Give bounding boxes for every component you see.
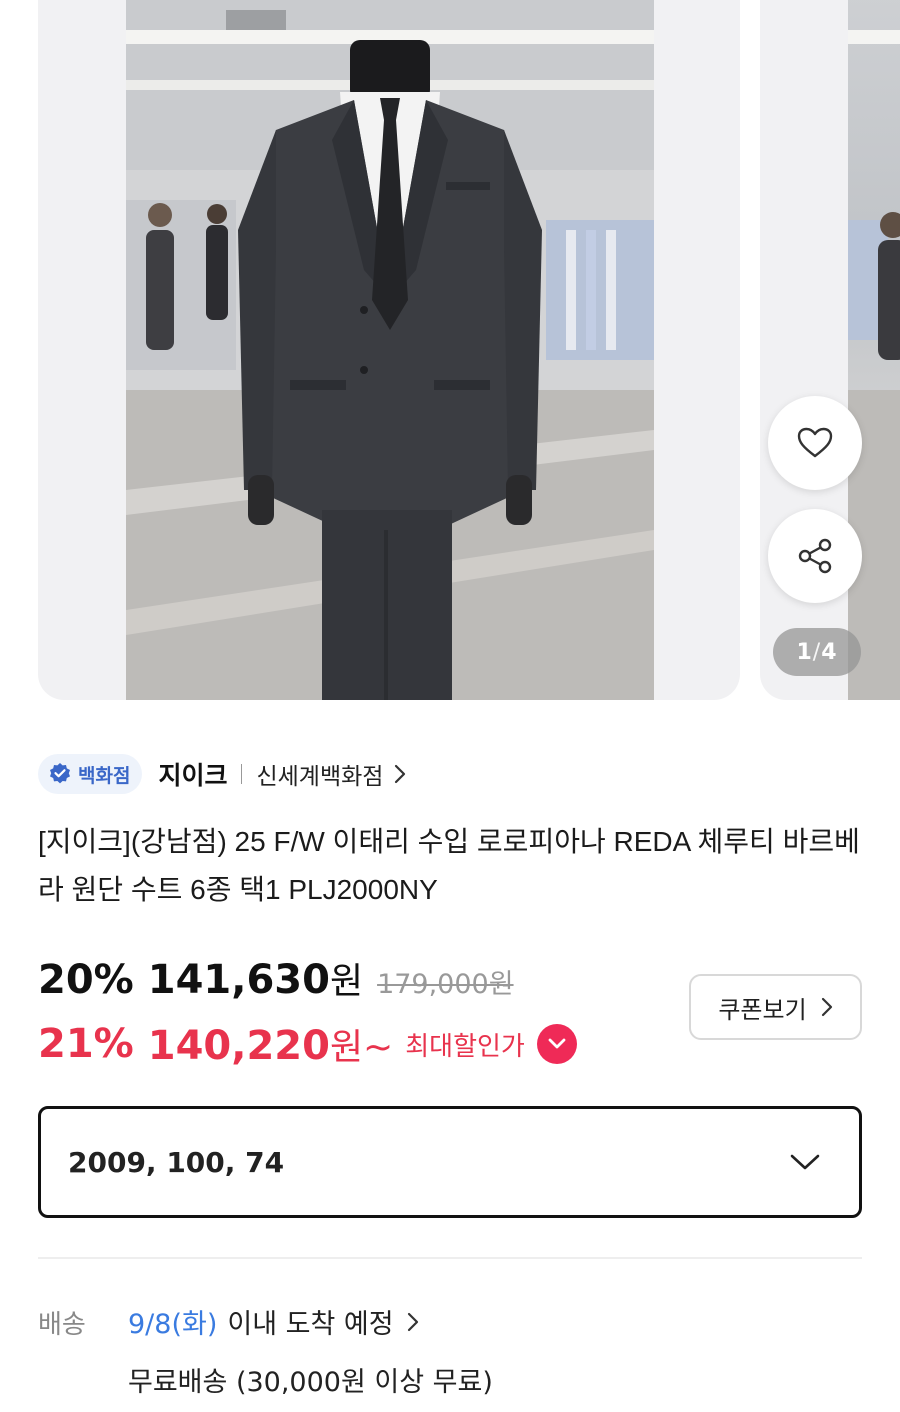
product-photo: [126, 0, 654, 700]
shipping-eta-link[interactable]: 9/8(화) 이내 도착 예정: [128, 1302, 420, 1341]
store-name-link[interactable]: 신세계백화점: [256, 757, 383, 791]
discount-percent: 20%: [38, 957, 134, 1003]
sale-price-unit: 원: [329, 961, 364, 1002]
heart-outline-icon: [797, 427, 833, 458]
coupon-button-label: 쿠폰보기: [718, 995, 807, 1024]
suit-mannequin-photo: [126, 0, 654, 700]
brand-name[interactable]: 지이크: [158, 756, 227, 792]
next-product-photo: [848, 0, 900, 700]
department-store-badge: 백화점: [38, 754, 143, 794]
seller-row[interactable]: 백화점 지이크 신세계백화점: [38, 752, 407, 796]
chevron-right-icon: [407, 1312, 418, 1331]
wishlist-button[interactable]: [768, 396, 862, 490]
badge-label: 백화점: [78, 764, 131, 787]
shipping-label: 배송: [38, 1310, 86, 1340]
shipping-eta-text: 이내 도착 예정: [227, 1309, 394, 1340]
image-counter: 1/4: [773, 628, 861, 676]
image-counter-current: 1: [796, 639, 813, 665]
image-counter-total: 4: [821, 639, 838, 665]
sale-price-row: 20% 141,630원 179,000원: [38, 952, 514, 1004]
chevron-down-icon: [790, 1154, 820, 1170]
max-discount-label: 최대할인가: [405, 1031, 525, 1062]
shipping-date: 9/8(화): [128, 1309, 218, 1340]
max-discount-price: 140,220원~: [148, 1018, 393, 1070]
max-discount-unit: 원~: [329, 1027, 394, 1068]
max-discount-expand-button[interactable]: [536, 1024, 577, 1064]
section-divider: [38, 1257, 862, 1259]
next-photo-preview: [848, 30, 900, 700]
original-price: 179,000원: [377, 969, 514, 1000]
option-select[interactable]: 2009, 100, 74: [38, 1106, 862, 1218]
share-button[interactable]: [768, 509, 862, 603]
chevron-right-icon: [395, 764, 406, 784]
max-discount-amount: 140,220: [147, 1023, 330, 1069]
product-image-carousel[interactable]: 1/4: [0, 0, 900, 700]
option-selected-value: 2009, 100, 74: [68, 1145, 285, 1179]
seller-divider: [241, 764, 243, 784]
share-icon: [798, 538, 832, 574]
product-title: [지이크](강남점) 25 F/W 이태리 수입 로로피아나 REDA 체루티 …: [38, 826, 860, 905]
sale-price-amount: 141,630: [147, 957, 330, 1003]
image-counter-separator: /: [812, 639, 822, 665]
max-discount-percent: 21%: [38, 1021, 134, 1067]
chevron-down-icon: [548, 1038, 566, 1049]
max-discount-row[interactable]: 21% 140,220원~ 최대할인가: [38, 1018, 577, 1070]
product-image-slide[interactable]: [38, 0, 740, 700]
sale-price: 141,630원: [148, 952, 363, 1004]
chevron-right-icon: [821, 997, 832, 1017]
view-coupon-button[interactable]: 쿠폰보기: [689, 974, 862, 1040]
verified-check-icon: [50, 763, 70, 784]
shipping-fee-text: 무료배송 (30,000원 이상 무료): [128, 1367, 493, 1398]
